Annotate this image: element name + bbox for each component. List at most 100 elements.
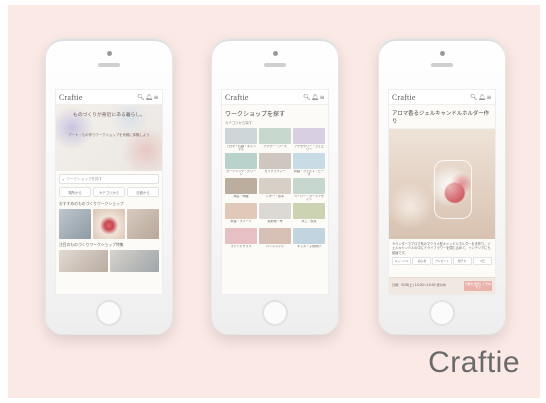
category-tile[interactable]: ステンドグラス	[225, 228, 257, 251]
screen-home: Craftie 🔍︎ 🔔︎ ≡ ものづくりが身近にある暮らし。 アート・もの作り…	[55, 89, 163, 295]
category-tile[interactable]: 刺繍・フェルト・ビーズ	[293, 153, 325, 176]
earpiece	[264, 63, 286, 67]
category-tile[interactable]: 料理・スイーツ	[225, 203, 257, 226]
booking-bar: 日時：9/28(土) 14:00〜16:00 受付中 日程を選択して予約する	[389, 277, 495, 294]
menu-icon[interactable]: ≡	[319, 94, 325, 101]
workshop-thumb[interactable]	[59, 209, 91, 239]
featured-thumb[interactable]	[59, 250, 108, 272]
brand-logo[interactable]: Craftie	[392, 93, 468, 102]
home-button	[262, 300, 288, 326]
category-tile[interactable]: 木工・家具	[293, 203, 325, 226]
workshop-thumb[interactable]	[127, 209, 159, 239]
chip-category[interactable]: カテゴリから	[93, 187, 125, 197]
phone-2: Craftie 🔍︎ 🔔︎ ≡ ワークショップを探す カテゴリから探す アロマ・…	[211, 38, 339, 335]
category-label: キッズ・子供向け	[296, 245, 321, 248]
category-tile[interactable]: カリグラフィー	[259, 153, 291, 176]
section-title-featured: 注目のものづくりワークショップ特集	[59, 242, 124, 247]
category-image	[225, 203, 257, 219]
tag-chip[interactable]: 1日	[472, 256, 493, 265]
home-button	[96, 300, 122, 326]
section-title-recommended: おすすめのものづくりワークショップ	[59, 201, 124, 206]
category-image	[293, 228, 325, 244]
category-label: ハンドメイド	[265, 245, 284, 248]
earpiece	[98, 63, 120, 67]
category-label: フラワー・リース	[263, 145, 287, 148]
brand-logo[interactable]: Craftie	[225, 93, 301, 102]
category-tile[interactable]: ガーデニング・グリーン	[225, 153, 257, 176]
chip-date[interactable]: 日程から	[127, 187, 159, 197]
category-label: 刺繍・フェルト・ビーズ	[293, 170, 324, 176]
tag-chip[interactable]: プレゼント	[432, 256, 452, 265]
recommended-row	[56, 209, 162, 239]
hero-title: ものづくりが身近にある暮らし。	[73, 113, 145, 118]
camera-dot	[439, 51, 445, 56]
category-image	[259, 178, 291, 194]
category-image	[293, 178, 325, 194]
bell-icon[interactable]: 🔔︎	[311, 94, 319, 101]
hero-banner: ものづくりが身近にある暮らし。 アート・もの作りワークショップを気軽に体験しよう	[56, 105, 162, 171]
category-image	[225, 153, 257, 169]
screen-categories: Craftie 🔍︎ 🔔︎ ≡ ワークショップを探す カテゴリから探す アロマ・…	[221, 89, 329, 295]
category-tile[interactable]: フラワー・リース	[259, 128, 291, 151]
category-tile[interactable]: キッズ・子供向け	[293, 228, 325, 251]
category-tile[interactable]: ペーパー・カードデザイン	[293, 178, 325, 201]
app-header: Craftie 🔍︎ 🔔︎ ≡	[56, 90, 162, 105]
category-label: 染め物・布	[267, 220, 283, 223]
phone-1: Craftie 🔍︎ 🔔︎ ≡ ものづくりが身近にある暮らし。 アート・もの作り…	[45, 38, 173, 335]
phone-3: Craftie 🔍︎ 🔔︎ ≡ アロマ香るジェルキャンドルホルダー作り ラベンダ…	[378, 38, 506, 335]
bell-icon[interactable]: 🔔︎	[478, 94, 486, 101]
category-image	[225, 128, 257, 144]
category-tile[interactable]: ハンドメイド	[259, 228, 291, 251]
category-tile[interactable]: 陶芸・陶器	[225, 178, 257, 201]
category-tile[interactable]: アクセサリー・ジュエリー	[293, 128, 325, 151]
featured-thumb[interactable]	[110, 250, 159, 272]
search-icon: ⌕	[62, 176, 65, 182]
earpiece	[431, 63, 453, 67]
category-label: カリグラフィー	[264, 170, 286, 173]
menu-icon[interactable]: ≡	[153, 94, 159, 101]
bell-icon[interactable]: 🔔︎	[145, 94, 153, 101]
category-label: レザー・皮革	[265, 195, 284, 198]
chip-location[interactable]: 場所から	[59, 187, 91, 197]
workshop-thumb[interactable]	[93, 209, 125, 239]
page-title: ワークショップを探す	[225, 112, 286, 118]
category-tile[interactable]: 染め物・布	[259, 203, 291, 226]
menu-icon[interactable]: ≡	[486, 94, 492, 101]
category-label: ステンドグラス	[230, 245, 252, 248]
category-image	[293, 153, 325, 169]
mockup-canvas: Craftie 🔍︎ 🔔︎ ≡ ものづくりが身近にある暮らし。 アート・もの作り…	[0, 0, 546, 403]
search-icon[interactable]: 🔍︎	[470, 94, 478, 101]
tag-chip[interactable]: 初心者	[412, 256, 432, 265]
category-label: アクセサリー・ジュエリー	[294, 145, 324, 151]
camera-dot	[272, 51, 278, 56]
category-image	[259, 228, 291, 244]
brand-logo-large: Craftie	[428, 346, 520, 379]
category-grid: アロマ・石鹸・キャンドル フラワー・リース アクセサリー・ジュエリー ガーデニン…	[222, 128, 328, 251]
filter-chips: 場所から カテゴリから 日程から	[56, 187, 162, 197]
brand-logo[interactable]: Craftie	[59, 93, 135, 102]
category-tile[interactable]: アロマ・石鹸・キャンドル	[225, 128, 257, 151]
category-label: アロマ・石鹸・キャンドル	[225, 145, 256, 151]
search-icon[interactable]: 🔍︎	[137, 94, 145, 101]
featured-row	[56, 250, 162, 272]
tag-chip[interactable]: 駅チカ	[452, 256, 472, 265]
app-header: Craftie 🔍︎ 🔔︎ ≡	[389, 90, 495, 105]
workshop-description: ラベンダーでアロマ系のマクラメ型キャンドルホルダーを手作り。ジェルキャンドルの中…	[392, 242, 491, 255]
category-image	[259, 153, 291, 169]
book-button[interactable]: 日程を選択して予約する	[464, 281, 492, 291]
search-placeholder: ワークショップを探す	[66, 176, 103, 181]
search-input[interactable]: ⌕ ワークショップを探す	[59, 174, 159, 184]
tag-chip[interactable]: キャンドル	[392, 256, 412, 265]
category-label: 木工・家具	[301, 220, 317, 223]
search-icon[interactable]: 🔍︎	[303, 94, 311, 101]
category-label: ガーデニング・グリーン	[225, 170, 256, 176]
tag-row: キャンドル 初心者 プレゼント 駅チカ 1日	[389, 256, 495, 268]
hero-subtitle: アート・もの作りワークショップを気軽に体験しよう	[68, 133, 150, 137]
category-image	[259, 203, 291, 219]
category-label: 陶芸・陶器	[233, 195, 249, 198]
category-tile[interactable]: レザー・皮革	[259, 178, 291, 201]
category-image	[293, 128, 325, 144]
category-image	[225, 228, 257, 244]
app-header: Craftie 🔍︎ 🔔︎ ≡	[222, 90, 328, 105]
screen-detail: Craftie 🔍︎ 🔔︎ ≡ アロマ香るジェルキャンドルホルダー作り ラベンダ…	[388, 89, 496, 295]
